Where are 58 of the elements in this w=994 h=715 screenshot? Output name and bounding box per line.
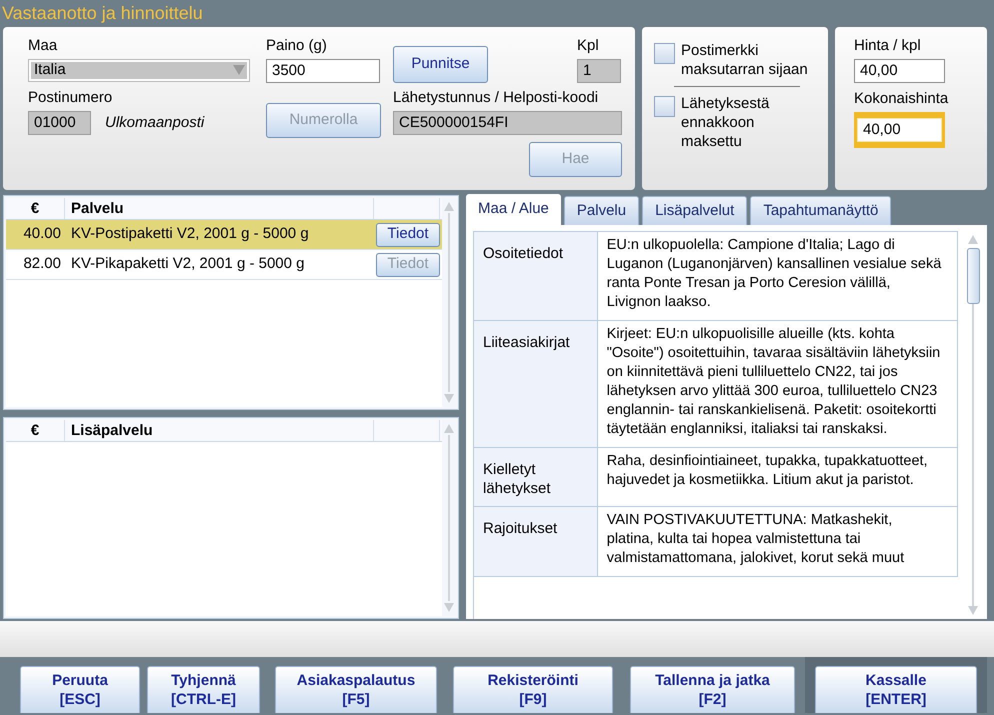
tab[interactable]: Lisäpalvelut	[642, 196, 748, 225]
window-title: Vastaanotto ja hinnoittelu	[2, 4, 203, 22]
quantity-field[interactable]: 1	[577, 59, 621, 83]
unit-price-field[interactable]: 40,00	[854, 59, 945, 83]
table-row[interactable]: 40.00 KV-Postipaketti V2, 2001 g - 5000 g Tiedot	[6, 220, 442, 250]
country-dropdown[interactable]: Italia	[28, 59, 250, 82]
scroll-thumb[interactable]	[966, 248, 980, 304]
checkbox-label: Lähetyksestä ennakkoon maksettu	[681, 94, 770, 151]
column-header: €	[6, 198, 65, 219]
details-button[interactable]: Tiedot	[376, 222, 440, 246]
checkbox-label: Postimerkki maksutarran sijaan	[681, 41, 809, 79]
action-button[interactable]: Kassalle [ENTER]	[815, 666, 977, 713]
scroll-up-icon[interactable]	[444, 202, 454, 211]
table-row[interactable]: 82.00 KV-Pikapaketti V2, 2001 g - 5000 g Tiedot	[6, 250, 442, 280]
info-text-cell: Kirjeet: EU:n ulkopuolisille alueille (kts. kohta "Osoite") osoitettuihin, tavaraa sisältäviin lähetyksiin on kiinnitettävä pieni tulliluettelo CN22, tai jos lähetyksen arvo ylittää 300 euroa, tulliluettelo CN23 englannin- tai ranskankielisenä. Paketit: osoitekortti täytetään englanniksi, italiaksi tai ranskaksi.	[598, 321, 958, 447]
checkbox[interactable]	[654, 43, 675, 64]
checkbox[interactable]	[654, 96, 675, 117]
weight-field[interactable]: 3500	[266, 59, 380, 83]
scroll-down-icon[interactable]	[444, 603, 454, 612]
field-label: Lähetystunnus / Helposti-koodi	[393, 89, 600, 107]
action-button[interactable]: Tyhjennä [CTRL-E]	[147, 666, 260, 713]
price-cell-text: 40.00	[22, 224, 62, 244]
field-label: Hinta / kpl	[854, 37, 922, 55]
tab[interactable]: Tapahtumanäyttö	[750, 196, 892, 225]
service-name-cell-text: KV-Pikapaketti V2, 2001 g - 5000 g	[70, 254, 306, 274]
field-label: Maa	[28, 37, 58, 55]
tab[interactable]: Maa / Alue	[466, 194, 561, 225]
service-name-cell-text: KV-Postipaketti V2, 2001 g - 5000 g	[70, 224, 310, 244]
column-header: Palvelu	[65, 198, 374, 219]
dropdown-arrow-icon	[233, 65, 245, 75]
info-text-cell: EU:n ulkopuolella: Campione d'Italia; Lago di Luganon (Luganonjärven) kansallinen vesialue sekä ranta Ponte Tresan ja Porto Ceresion välillä, Livignon laakso.	[598, 232, 958, 320]
field-label: Kpl	[577, 37, 599, 55]
scroll-up-icon[interactable]	[968, 235, 978, 244]
info-label-cell: Kielletyt lähetykset	[474, 448, 598, 506]
field-label: Postinumero	[28, 89, 114, 107]
total-price-field[interactable]: 40,00	[857, 118, 942, 142]
scroll-down-icon[interactable]	[968, 606, 978, 615]
weigh-button[interactable]: Punnitse	[393, 46, 488, 83]
info-label-cell: Rajoitukset	[474, 507, 598, 576]
action-button[interactable]: Tallenna ja jatka [F2]	[630, 666, 795, 713]
info-label-cell: Liiteasiakirjat	[474, 321, 598, 447]
tracking-code-field[interactable]: CE500000154FI	[393, 111, 622, 135]
column-header: Lisäpalvelu	[65, 420, 374, 441]
action-button[interactable]: Rekisteröinti [F9]	[453, 666, 613, 713]
field-label: Kokonaishinta	[854, 90, 950, 108]
scroll-up-icon[interactable]	[444, 424, 454, 433]
postal-code-field[interactable]: 01000	[28, 111, 91, 135]
column-header: €	[6, 420, 65, 441]
info-text-cell: Raha, desinfiointiaineet, tupakka, tupakkatuotteet, hajuvedet ja kosmetiikka. Litium akut ja paristot.	[598, 448, 958, 506]
action-button[interactable]: Asiakaspalautus [F5]	[275, 666, 437, 713]
info-text-cell: VAIN POSTIVAKUUTETTUNA: Matkashekit, platina, kulta tai hopea valmistettuna tai valmistamattomana, jalokivet, korut sekä muut	[598, 507, 958, 576]
action-button[interactable]: Peruuta [ESC]	[20, 666, 140, 713]
info-label-cell: Osoitetiedot	[474, 232, 598, 320]
scroll-down-icon[interactable]	[444, 394, 454, 403]
tab[interactable]: Palvelu	[564, 196, 640, 225]
field-label: Paino (g)	[266, 37, 328, 55]
destination-type: Ulkomaanposti	[105, 112, 204, 133]
price-cell-text: 82.00	[22, 254, 62, 274]
